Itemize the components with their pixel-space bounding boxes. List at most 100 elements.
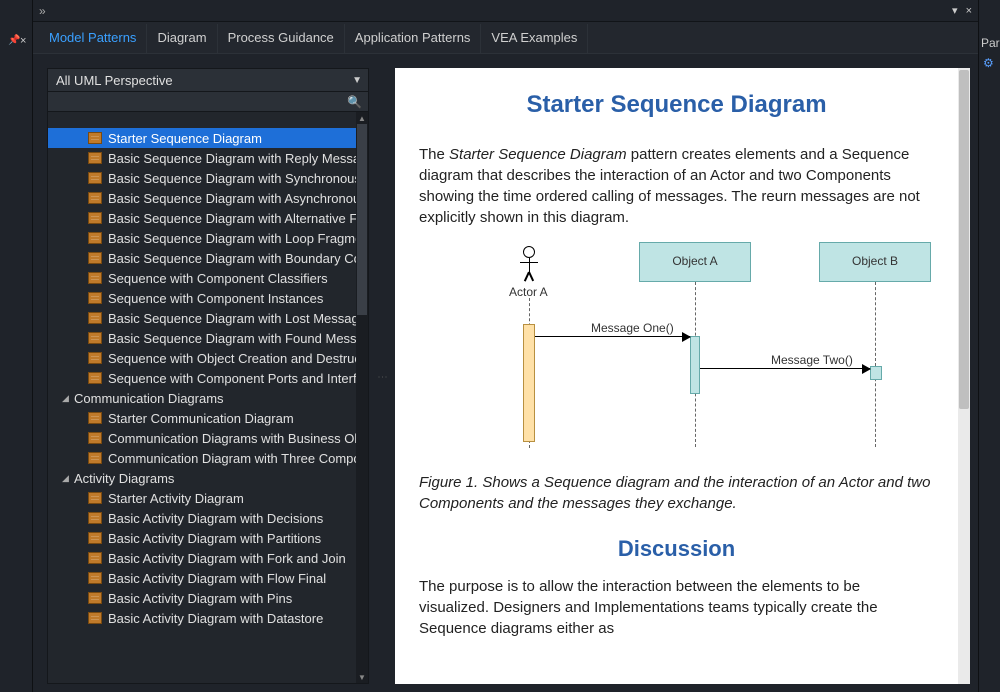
chevron-down-icon: ▼ <box>352 75 362 86</box>
content-scrollbar[interactable] <box>958 68 970 684</box>
sequence-diagram-figure: Actor A Object A Object B <box>479 242 934 462</box>
pattern-tree-pane: All UML Perspective ▼ 🔍 Starter Sequence… <box>47 68 369 684</box>
pattern-icon <box>88 272 102 284</box>
tree-item[interactable]: Sequence with Component Classifiers <box>48 268 356 288</box>
pattern-icon <box>88 192 102 204</box>
scroll-down-icon[interactable]: ▼ <box>356 671 368 683</box>
right-panel-label[interactable]: Par <box>981 36 1000 50</box>
pattern-icon <box>88 532 102 544</box>
tree-item[interactable]: Basic Activity Diagram with Pins <box>48 588 356 608</box>
doc-title: Starter Sequence Diagram <box>419 88 934 122</box>
pattern-document: Starter Sequence Diagram The Starter Seq… <box>395 68 958 684</box>
tree-list: Starter Sequence Diagram Basic Sequence … <box>48 112 356 683</box>
message-label: Message One() <box>589 320 676 337</box>
tree-item[interactable]: Basic Activity Diagram with Decisions <box>48 508 356 528</box>
actor-leg-icon <box>528 271 534 281</box>
tree-item[interactable]: Starter Communication Diagram <box>48 408 356 428</box>
tab-model-patterns[interactable]: Model Patterns <box>39 24 147 53</box>
tree-item[interactable]: Basic Sequence Diagram with Found Messag… <box>48 328 356 348</box>
doc-discussion-para: The purpose is to allow the interaction … <box>419 576 934 639</box>
object-b-box: Object B <box>819 242 931 282</box>
tree-item-starter-sequence[interactable]: Starter Sequence Diagram <box>48 128 356 148</box>
overflow-chevron-icon[interactable]: » <box>39 4 46 18</box>
perspective-label: All UML Perspective <box>56 73 173 88</box>
tree-category-communication[interactable]: ◢Communication Diagrams <box>48 388 356 408</box>
doc-h2-discussion: Discussion <box>419 534 934 565</box>
tree-item[interactable]: Basic Sequence Diagram with Boundary Con… <box>48 248 356 268</box>
object-a-box: Object A <box>639 242 751 282</box>
tab-application-patterns[interactable]: Application Patterns <box>345 24 482 53</box>
splitter[interactable]: ⋮ <box>377 68 387 684</box>
grip-icon: ⋮ <box>377 372 388 380</box>
actor-arms-icon <box>520 262 538 264</box>
tree-item[interactable]: Basic Sequence Diagram with Alternative … <box>48 208 356 228</box>
tree-item[interactable]: Sequence with Component Ports and Interf… <box>48 368 356 388</box>
tree-item[interactable]: Starter Activity Diagram <box>48 488 356 508</box>
tree-item[interactable]: Basic Activity Diagram with Fork and Joi… <box>48 548 356 568</box>
content-pane: Starter Sequence Diagram The Starter Seq… <box>395 68 970 684</box>
pattern-icon <box>88 172 102 184</box>
collapse-arrow-icon: ◢ <box>62 393 74 404</box>
pattern-icon <box>88 352 102 364</box>
tree-item[interactable]: Basic Sequence Diagram with Lost Message <box>48 308 356 328</box>
tree-item[interactable]: Basic Sequence Diagram with Synchronous … <box>48 168 356 188</box>
message-label: Message Two() <box>769 352 855 369</box>
tree-item[interactable]: Basic Activity Diagram with Flow Final <box>48 568 356 588</box>
tab-vea-examples[interactable]: VEA Examples <box>481 24 588 53</box>
tab-diagram[interactable]: Diagram <box>147 24 217 53</box>
actor-body-icon <box>529 258 531 272</box>
pattern-icon <box>88 572 102 584</box>
actor-head-icon <box>523 246 535 258</box>
pattern-icon <box>88 432 102 444</box>
collapse-arrow-icon: ◢ <box>62 473 74 484</box>
pattern-icon <box>88 452 102 464</box>
scroll-thumb[interactable] <box>357 124 367 315</box>
pattern-icon <box>88 132 102 144</box>
tab-bar: Model Patterns Diagram Process Guidance … <box>33 22 978 54</box>
pattern-icon <box>88 252 102 264</box>
pattern-icon <box>88 412 102 424</box>
panel-close-icon[interactable]: × <box>966 5 972 17</box>
tree-item[interactable]: Communication Diagram with Three Compone… <box>48 448 356 468</box>
scroll-up-icon[interactable]: ▲ <box>356 112 368 124</box>
pattern-icon <box>88 552 102 564</box>
doc-intro: The Starter Sequence Diagram pattern cre… <box>419 144 934 228</box>
lifeline <box>875 282 876 447</box>
tree-scrollbar[interactable]: ▲ ▼ <box>356 112 368 683</box>
tree-item[interactable]: Basic Activity Diagram with Datastore <box>48 608 356 628</box>
activation-bar <box>870 366 882 380</box>
activation-bar <box>690 336 700 394</box>
activation-bar <box>523 324 535 442</box>
pattern-icon <box>88 492 102 504</box>
tab-process-guidance[interactable]: Process Guidance <box>218 24 345 53</box>
tree-scroll-area: Starter Sequence Diagram Basic Sequence … <box>47 112 369 684</box>
pattern-icon <box>88 212 102 224</box>
tree-item[interactable]: Basic Sequence Diagram with Reply Messag… <box>48 148 356 168</box>
close-icon[interactable]: × <box>20 35 26 47</box>
pattern-icon <box>88 232 102 244</box>
pattern-icon <box>88 512 102 524</box>
scroll-thumb[interactable] <box>959 70 969 409</box>
tree-item[interactable]: Basic Sequence Diagram with Loop Fragmen… <box>48 228 356 248</box>
right-dock-strip: Par ⚙ <box>978 0 1000 692</box>
panel-titlebar: » ▾ × <box>33 0 978 22</box>
pattern-icon <box>88 372 102 384</box>
perspective-dropdown[interactable]: All UML Perspective ▼ <box>47 68 369 92</box>
left-dock-strip: 📌 × <box>0 0 33 692</box>
figure-caption: Figure 1. Shows a Sequence diagram and t… <box>419 472 934 514</box>
pin-icon[interactable]: 📌 <box>8 35 20 46</box>
tree-category-cut <box>48 112 356 128</box>
pattern-icon <box>88 292 102 304</box>
pattern-icon <box>88 592 102 604</box>
tree-item[interactable]: Basic Sequence Diagram with Asynchronous… <box>48 188 356 208</box>
tree-item[interactable]: Basic Activity Diagram with Partitions <box>48 528 356 548</box>
search-icon[interactable]: 🔍 <box>347 95 362 109</box>
tree-search-row[interactable]: 🔍 <box>47 92 369 112</box>
tree-category-activity[interactable]: ◢Activity Diagrams <box>48 468 356 488</box>
tree-item[interactable]: Sequence with Object Creation and Destru… <box>48 348 356 368</box>
gear-icon[interactable]: ⚙ <box>983 56 994 70</box>
tree-item[interactable]: Communication Diagrams with Business Obj… <box>48 428 356 448</box>
panel-menu-dropdown-icon[interactable]: ▾ <box>952 4 958 17</box>
pattern-icon <box>88 612 102 624</box>
tree-item[interactable]: Sequence with Component Instances <box>48 288 356 308</box>
